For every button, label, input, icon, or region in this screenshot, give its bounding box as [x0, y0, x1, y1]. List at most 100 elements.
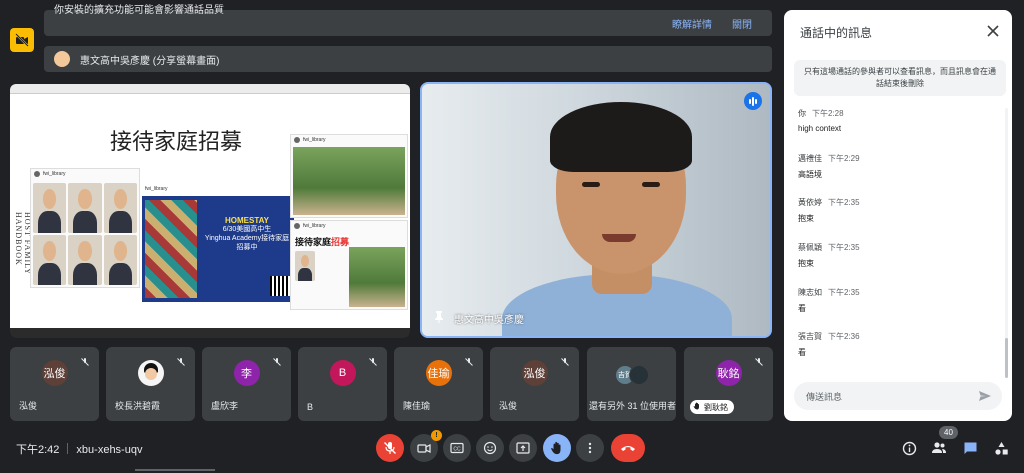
- social-post-recruit: fwi_library 接待家庭招募: [290, 220, 408, 310]
- participant-tile[interactable]: 李 盧欣李: [202, 347, 291, 421]
- chat-message: 張吉賀 下午2:36 看: [798, 331, 998, 376]
- hang-up-icon: [621, 446, 635, 451]
- participant-name: 陳佳瑜: [403, 401, 431, 411]
- chat-message-input[interactable]: 傳送訊息: [794, 382, 1002, 410]
- camera-off-alert-icon[interactable]: [10, 28, 34, 52]
- speaker-name-label: 惠文高中吳彥慶: [434, 311, 524, 326]
- participant-tile[interactable]: 泓俊 泓俊: [490, 347, 579, 421]
- mic-off-icon: [177, 358, 185, 366]
- other-participants-tile[interactable]: 吉賀 還有另外 31 位使用者: [587, 347, 676, 421]
- send-icon[interactable]: [978, 389, 992, 403]
- family-photo: [349, 247, 405, 307]
- poster-account: fwi_library: [145, 186, 168, 192]
- closed-captions-icon: CC: [450, 442, 464, 454]
- message-sender: 你: [798, 109, 806, 118]
- participant-name-pill: 劉耿銘: [690, 400, 734, 414]
- active-speaker-tile[interactable]: 惠文高中吳彥慶: [420, 82, 772, 338]
- presenter-banner[interactable]: 惠文高中吳彥慶 (分享螢幕畫面): [44, 46, 772, 72]
- mic-off-icon: [755, 358, 763, 366]
- mic-off-icon: [273, 358, 281, 366]
- activities-icon: [994, 441, 1008, 455]
- social-post-students: fwi_library: [30, 168, 140, 288]
- participant-avatar: 泓俊: [41, 360, 68, 386]
- message-text: 看: [798, 348, 806, 358]
- recruit-sticker: 接待家庭招募: [295, 235, 350, 248]
- presenter-avatar: [54, 51, 70, 67]
- speaking-indicator-icon: [744, 92, 762, 110]
- chat-message-list[interactable]: 你下午2:28 high context 邁禮佳 下午2:29 高語境 黃依婷下午…: [798, 108, 998, 376]
- call-controls-bar: 下午2:42 xbu-xehs-uqv ! CC: [0, 426, 1024, 473]
- participant-tile[interactable]: 泓俊 泓俊: [10, 347, 99, 421]
- meeting-details-button[interactable]: [897, 436, 921, 460]
- hand-raised-icon: [551, 441, 561, 455]
- camera-toggle-button[interactable]: !: [410, 430, 442, 462]
- message-text: 看: [798, 303, 806, 313]
- hand-raised-icon: [693, 402, 701, 412]
- student-photo: [103, 235, 137, 285]
- poster-text: HOMESTAY 6/30美國高中生 Yinghua Academy接待家庭招募…: [202, 216, 292, 252]
- post-account: fwi_library: [43, 171, 66, 177]
- participant-photo-avatar: [629, 365, 649, 385]
- outdoor-photo: [293, 147, 405, 215]
- participant-tile[interactable]: B B: [298, 347, 387, 421]
- close-icon[interactable]: [986, 24, 1000, 38]
- captions-button[interactable]: CC: [443, 434, 471, 462]
- screen-share-tile[interactable]: 接待家庭招募 HOST FAMILY HANDBOOK fwi_library …: [10, 84, 410, 338]
- pin-icon[interactable]: [434, 311, 444, 326]
- more-vert-icon: [588, 442, 592, 454]
- participant-avatar: 泓俊: [521, 360, 548, 386]
- poster-photo-collage: [145, 200, 197, 298]
- camera-alert-badge: !: [431, 430, 442, 441]
- activities-button[interactable]: [989, 436, 1013, 460]
- message-time: 下午2:29: [828, 153, 860, 163]
- emoji-icon: [483, 441, 497, 455]
- participant-avatar: 佳瑜: [425, 360, 452, 386]
- post-account: fwi_library: [303, 137, 326, 143]
- learn-more-link[interactable]: 瞭解詳情: [672, 16, 712, 31]
- leave-call-button[interactable]: [611, 434, 645, 462]
- more-options-button[interactable]: [576, 434, 604, 462]
- in-call-messages-panel: 通話中的訊息 只有這場通話的參與者可以查看訊息，而且訊息會在通話結束後刪除 你下…: [784, 10, 1012, 421]
- message-sender: 黃依婷: [798, 198, 822, 208]
- participant-tile[interactable]: 佳瑜 陳佳瑜: [394, 347, 483, 421]
- chat-icon: [964, 442, 976, 454]
- participant-name: 劉耿銘: [704, 402, 728, 412]
- speaker-eye: [582, 182, 600, 187]
- meeting-code[interactable]: xbu-xehs-uqv: [76, 444, 142, 456]
- participant-tile[interactable]: 耿銘 劉耿銘: [684, 347, 773, 421]
- chat-message: 蔡佩穎 下午2:35 抱束: [798, 242, 998, 287]
- slide-title: 接待家庭招募: [110, 130, 243, 155]
- message-time: 下午2:35: [828, 287, 860, 297]
- message-sender: 蔡佩穎: [798, 243, 822, 253]
- chat-button[interactable]: [958, 436, 982, 460]
- participant-tile[interactable]: 校長洪碧霞: [106, 347, 195, 421]
- present-screen-button[interactable]: [509, 434, 537, 462]
- participant-avatar: 李: [233, 360, 260, 386]
- reactions-button[interactable]: [476, 434, 504, 462]
- chat-input-placeholder: 傳送訊息: [806, 391, 843, 402]
- message-sender: 邁禮佳: [798, 153, 822, 163]
- message-text: 高語境: [798, 169, 822, 179]
- participant-name: B: [307, 402, 314, 412]
- participant-avatar: 耿銘: [715, 360, 742, 386]
- people-button[interactable]: [927, 436, 951, 460]
- student-photo: [68, 183, 102, 233]
- chat-message: 你下午2:28 high context: [798, 108, 998, 153]
- meeting-info: 下午2:42 xbu-xehs-uqv: [16, 441, 142, 457]
- shared-window-statusbar: [10, 328, 410, 338]
- participant-name: 泓俊: [499, 401, 518, 411]
- extension-warning-banner: 你安裝的擴充功能可能會影響通話品質 瞭解詳情 關閉: [44, 5, 772, 36]
- present-icon: [516, 442, 530, 454]
- message-time: 下午2:35: [828, 243, 860, 253]
- message-time: 下午2:28: [812, 109, 844, 118]
- chat-scrollbar[interactable]: [1005, 108, 1008, 378]
- divider: [67, 443, 69, 454]
- other-participants-label: 還有另外 31 位使用者: [589, 401, 677, 411]
- poster-line-1: 6/30美國高中生: [222, 226, 272, 233]
- chat-privacy-notice: 只有這場通話的參與者可以查看訊息，而且訊息會在通話結束後刪除: [794, 60, 1006, 96]
- raise-hand-button[interactable]: [543, 434, 571, 462]
- microphone-toggle-button[interactable]: [376, 434, 404, 462]
- dismiss-link[interactable]: 關閉: [732, 16, 752, 31]
- social-post-outdoor: fwi_library: [290, 134, 408, 218]
- chat-message: 陳志如 下午2:35 看: [798, 287, 998, 332]
